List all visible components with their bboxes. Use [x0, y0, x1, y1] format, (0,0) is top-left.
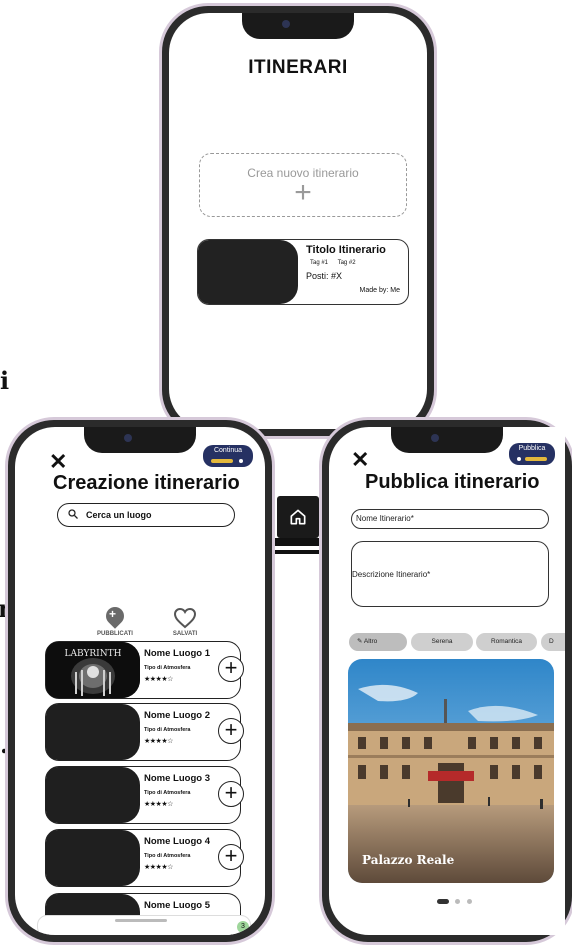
place-card[interactable]: Nome Luogo 3 Tipo di Atmosfera ★★★★☆ + [45, 766, 244, 824]
itinerary-thumbnail [198, 240, 298, 304]
close-icon[interactable]: ✕ [49, 451, 67, 473]
place-card[interactable]: Nome Luogo 4 Tipo di Atmosfera ★★★★☆ + [45, 829, 244, 887]
cover-photo[interactable]: Palazzo Reale [348, 659, 554, 883]
labyrinth-poster: LABYRINTH [46, 642, 140, 698]
place-name: Nome Luogo 5 [144, 900, 210, 911]
palazzo-reale-image [348, 659, 554, 883]
phone-notch [242, 13, 354, 39]
place-rating: ★★★★☆ [144, 738, 173, 745]
pencil-icon: ✎ [357, 638, 363, 645]
add-place-button[interactable]: + [218, 656, 244, 682]
add-place-button[interactable]: + [218, 781, 244, 807]
itinerary-card[interactable]: Titolo Itinerario Tag #1 Tag #2 Posti: #… [197, 239, 409, 305]
itinerary-places-count: Posti: #X [306, 271, 343, 281]
place-card[interactable]: Nome Luogo 2 Tipo di Atmosfera ★★★★☆ + [45, 703, 244, 761]
pager-dot [466, 899, 472, 905]
search-input[interactable]: Cerca un luogo [57, 503, 235, 527]
place-type: Tipo di Atmosfera [144, 790, 191, 796]
place-name: Nome Luogo 4 [144, 836, 210, 847]
place-card[interactable]: LABYRINTH Nome Luogo 1 Tipo di Atmosfera… [45, 641, 244, 699]
publish-button[interactable]: Pubblica [509, 443, 555, 465]
tab-published-label: PUBBLICATI [97, 631, 133, 637]
tab-saved[interactable]: SALVATI [155, 607, 215, 637]
pager-dot [455, 899, 461, 905]
creazione-screen: ✕ Continua Creazione itinerario Cerca un… [15, 427, 265, 935]
phone-pubblica: ✕ Pubblica Pubblica itinerario Nome Itin… [322, 420, 572, 942]
heart-icon [173, 607, 197, 629]
tag-chip: Tag #1 [310, 260, 329, 266]
place-type: Tipo di Atmosfera [144, 665, 191, 671]
cutoff-text-1: i [0, 366, 10, 395]
phone-notch [391, 427, 503, 453]
place-type: Tipo di Atmosfera [144, 853, 191, 859]
progress-bar [525, 457, 547, 461]
place-name: Nome Luogo 1 [144, 648, 210, 659]
map-pin-plus-icon [102, 603, 128, 629]
tag-chip-altro[interactable]: ✎ Altro [349, 633, 407, 651]
home-indicator [115, 919, 167, 922]
itinerary-title: Titolo Itinerario [306, 244, 386, 256]
close-icon[interactable]: ✕ [351, 449, 369, 471]
place-thumbnail [46, 767, 140, 823]
itinerari-screen: ITINERARI Crea nuovo itinerario + Titolo… [169, 13, 427, 429]
place-thumbnail [46, 830, 140, 886]
itinerary-description-field[interactable]: Descrizione Itinerario* [351, 541, 549, 607]
page-title: ITINERARI [248, 57, 348, 78]
continue-label: Continua [213, 447, 243, 454]
home-tab-button[interactable] [277, 496, 319, 538]
selected-count-badge: 3 [237, 921, 249, 933]
tab-published[interactable]: PUBBLICATI [85, 603, 145, 637]
place-thumbnail [46, 704, 140, 760]
phone-itinerari: ITINERARI Crea nuovo itinerario + Titolo… [162, 6, 434, 436]
place-rating: ★★★★☆ [144, 801, 173, 808]
tag-chip: Tag #2 [337, 260, 356, 266]
tag-chip-more[interactable]: D [541, 633, 565, 651]
photo-caption: Palazzo Reale [362, 853, 455, 867]
place-thumbnail-labyrinth: LABYRINTH [46, 642, 140, 698]
place-type: Tipo di Atmosfera [144, 727, 191, 733]
search-placeholder: Cerca un luogo [86, 510, 152, 520]
continue-button[interactable]: Continua [203, 445, 253, 467]
divider [272, 538, 326, 546]
plus-icon: + [294, 176, 312, 209]
place-name: Nome Luogo 3 [144, 773, 210, 784]
poster-text: LABYRINTH [65, 649, 122, 659]
itinerary-tags: Tag #1 Tag #2 [310, 260, 364, 266]
divider [272, 550, 326, 554]
search-icon [68, 509, 78, 519]
page-title: Creazione itinerario [53, 472, 240, 494]
add-place-button[interactable]: + [218, 718, 244, 744]
bottom-sheet-handle-bar[interactable] [37, 915, 251, 935]
tag-chip-serena[interactable]: Serena [411, 633, 473, 651]
phone-notch [84, 427, 196, 453]
add-place-button[interactable]: + [218, 844, 244, 870]
progress-bar [211, 459, 233, 463]
place-rating: ★★★★☆ [144, 676, 173, 683]
itinerary-name-field[interactable]: Nome Itinerario* [351, 509, 549, 529]
tab-saved-label: SALVATI [172, 631, 198, 637]
page-title: Pubblica itinerario [365, 471, 540, 493]
pubblica-screen: ✕ Pubblica Pubblica itinerario Nome Itin… [329, 427, 565, 935]
home-icon [290, 509, 306, 525]
itinerary-author: Made by: Me [359, 287, 400, 294]
place-name: Nome Luogo 2 [144, 710, 210, 721]
phone-creazione: ✕ Continua Creazione itinerario Cerca un… [8, 420, 272, 942]
publish-label: Pubblica [518, 445, 546, 452]
progress-dot [517, 457, 521, 461]
new-itinerary-button[interactable]: Crea nuovo itinerario + [199, 153, 407, 217]
carousel-pager[interactable] [437, 893, 474, 911]
chip-label: Altro [363, 638, 378, 645]
tag-chip-romantica[interactable]: Romantica [476, 633, 537, 651]
pager-dot-active [437, 899, 449, 905]
progress-dot [239, 459, 243, 463]
place-rating: ★★★★☆ [144, 864, 173, 871]
